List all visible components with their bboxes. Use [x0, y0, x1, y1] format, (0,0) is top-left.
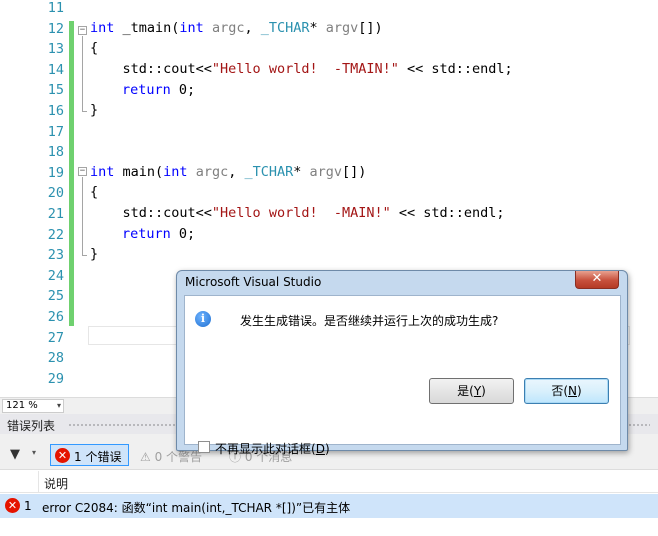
separator: ,: [244, 20, 261, 36]
type-name: _TCHAR: [260, 20, 310, 36]
separator: ,: [228, 164, 245, 180]
line-number: 22: [47, 226, 64, 243]
error-icon: ✕: [5, 498, 20, 513]
code-line-21[interactable]: std::cout<<"Hello world! -MAIN!" << std:…: [90, 203, 505, 224]
close-button[interactable]: ✕: [575, 271, 619, 289]
no-button[interactable]: 否(N): [524, 378, 609, 404]
pointer: *: [309, 20, 326, 36]
button-label: 是(: [457, 384, 474, 398]
keyword: int: [179, 20, 204, 36]
button-label: 否(: [551, 384, 568, 398]
line-number: 25: [47, 288, 64, 305]
chevron-down-icon: ▾: [56, 401, 61, 410]
button-label: ): [576, 384, 582, 398]
string-literal: "Hello world! -MAIN!": [211, 205, 391, 221]
parameter: argc: [187, 164, 229, 180]
dialog-message: 发生生成错误。是否继续并运行上次的成功生成?: [240, 314, 499, 328]
parameter: argv: [325, 20, 359, 36]
error-icon: ✕: [55, 448, 70, 463]
code-line-16[interactable]: }: [90, 100, 98, 121]
code-line-23[interactable]: }: [90, 244, 98, 265]
message-dialog: Microsoft Visual Studio ✕ i 发生生成错误。是否继续并…: [176, 270, 628, 456]
function-name: main(: [114, 164, 164, 180]
line-number: 29: [47, 370, 64, 387]
info-icon: i: [195, 311, 211, 327]
errors-count-label: 1 个错误: [74, 450, 122, 464]
line-number: 23: [47, 247, 64, 264]
error-description: error C2084: 函数“int main(int,_TCHAR *[])…: [42, 501, 351, 515]
line-number: 26: [47, 309, 64, 325]
dialog-title: Microsoft Visual Studio: [185, 275, 322, 289]
parameter: argc: [203, 20, 245, 36]
dialog-body: i 发生生成错误。是否继续并运行上次的成功生成? 是(Y) 否(N) 不再显示此…: [184, 295, 621, 456]
line-number: 13: [47, 41, 64, 58]
fold-guide-end: [82, 255, 87, 256]
zoom-dropdown[interactable]: 121 % ▾: [2, 399, 64, 413]
access-key: N: [568, 384, 577, 398]
empty-area: [0, 518, 658, 536]
line-number: 21: [47, 206, 64, 222]
line-number: 17: [47, 123, 64, 140]
change-indicator-bar: [69, 21, 74, 326]
chevron-down-icon[interactable]: ▾: [32, 448, 36, 457]
column-header-description[interactable]: 说明: [44, 475, 68, 492]
collapse-toggle-icon[interactable]: −: [78, 167, 87, 176]
line-number: 18: [47, 144, 64, 161]
fold-guide: [82, 36, 83, 111]
string-literal: "Hello world! -TMAIN!": [211, 61, 399, 77]
line-number: 27: [47, 329, 64, 346]
code-line-14[interactable]: std::cout<<"Hello world! -TMAIN!" << std…: [90, 59, 513, 80]
keyword: return: [122, 82, 171, 98]
keyword: int: [163, 164, 188, 180]
dont-show-again-label[interactable]: 不再显示此对话框(D): [215, 440, 330, 457]
yes-button[interactable]: 是(Y): [429, 378, 514, 404]
code-text: std::cout<<: [90, 205, 212, 221]
keyword: return: [122, 226, 171, 242]
collapse-toggle-icon[interactable]: −: [78, 26, 87, 35]
line-number: 19: [47, 164, 64, 181]
panel-title: 错误列表: [7, 419, 56, 433]
code-text: 0;: [170, 82, 196, 98]
access-key: D: [315, 442, 325, 456]
code-line-19[interactable]: int main(int argc, _TCHAR* argv[]): [90, 162, 366, 183]
code-line-13[interactable]: {: [90, 38, 98, 59]
row-number: 1: [24, 499, 32, 513]
pointer: *: [293, 164, 310, 180]
type-name: _TCHAR: [244, 164, 294, 180]
keyword: int: [90, 20, 115, 36]
code-line-22[interactable]: return 0;: [122, 224, 195, 245]
line-number: 12: [47, 20, 64, 37]
line-number: 20: [47, 185, 64, 202]
line-number: 24: [47, 267, 64, 284]
checkbox-text: 不再显示此对话框(: [215, 442, 316, 456]
filter-icon[interactable]: ▼: [10, 447, 20, 462]
code-text: << std::endl;: [390, 205, 505, 221]
brackets: []): [342, 164, 367, 180]
line-number: 28: [47, 350, 64, 367]
errors-filter-button[interactable]: ✕ 1 个错误: [50, 444, 129, 466]
code-text: std::cout<<: [90, 61, 212, 77]
table-row[interactable]: ✕ 1 error C2084: 函数“int main(int,_TCHAR …: [0, 494, 658, 518]
keyword: int: [90, 164, 115, 180]
function-name: _tmain(: [114, 20, 180, 36]
code-text: << std::endl;: [398, 61, 513, 77]
error-list-header: 说明: [0, 471, 658, 493]
code-text: 0;: [170, 226, 196, 242]
line-number: 15: [47, 82, 64, 99]
brackets: []): [358, 20, 383, 36]
zoom-value: 121 %: [6, 400, 38, 411]
line-number: 14: [47, 61, 64, 78]
dont-show-again-checkbox[interactable]: [198, 441, 210, 453]
line-number: 16: [47, 103, 64, 119]
code-line-15[interactable]: return 0;: [122, 80, 195, 101]
code-line-12[interactable]: int _tmain(int argc, _TCHAR* argv[]): [90, 18, 383, 39]
checkbox-text: ): [324, 442, 330, 456]
button-label: ): [481, 384, 486, 398]
code-line-20[interactable]: {: [90, 182, 98, 203]
fold-guide: [82, 177, 83, 255]
line-number: 11: [47, 0, 64, 16]
fold-guide-end: [82, 111, 87, 112]
parameter: argv: [309, 164, 343, 180]
column-divider[interactable]: [38, 471, 39, 493]
